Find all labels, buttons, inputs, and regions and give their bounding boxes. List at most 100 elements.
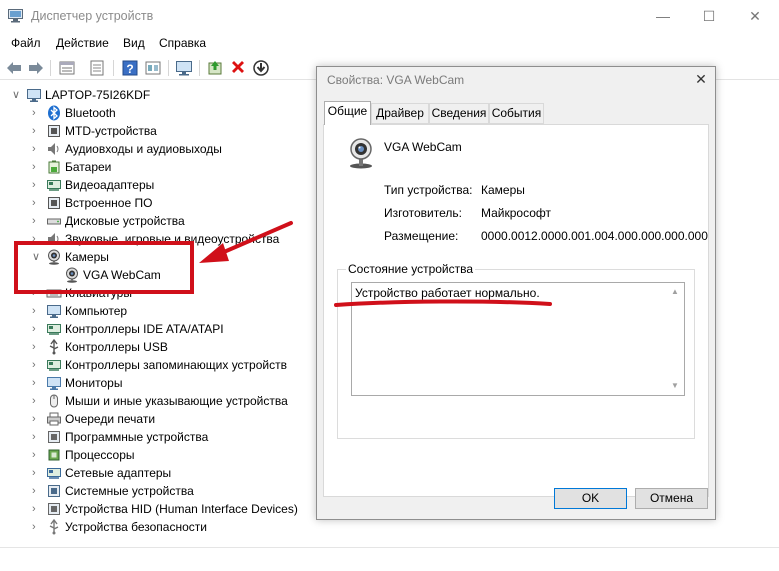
- chevron-right-icon[interactable]: ›: [32, 520, 42, 534]
- tree-item-label: Программные устройства: [65, 430, 209, 444]
- tree-item-ide-controller[interactable]: › Контроллеры IDE ATA/ATAPI: [0, 320, 300, 338]
- tree-item-speaker[interactable]: › Аудиовходы и аудиовыходы: [0, 140, 300, 158]
- list-icon[interactable]: [88, 59, 106, 77]
- horizontal-scrollbar[interactable]: [0, 547, 779, 571]
- webcam-icon: [350, 138, 372, 169]
- tab-driver[interactable]: Драйвер: [371, 103, 429, 124]
- menu-bar: Файл Действие Вид Справка: [0, 32, 779, 54]
- menu-action[interactable]: Действие: [56, 36, 109, 50]
- chevron-right-icon[interactable]: ›: [32, 394, 42, 408]
- tree-item-display-adapter[interactable]: › Видеоадаптеры: [0, 176, 300, 194]
- tree-item-battery[interactable]: › Батареи: [0, 158, 300, 176]
- dialog-close-button[interactable]: ✕: [689, 69, 713, 89]
- maximize-button[interactable]: ☐: [686, 0, 732, 32]
- cancel-button[interactable]: Отмена: [635, 488, 708, 509]
- menu-file[interactable]: Файл: [11, 36, 41, 50]
- title-bar: Диспетчер устройств — ☐ ✕: [0, 0, 779, 32]
- tree-item-printer[interactable]: › Очереди печати: [0, 410, 300, 428]
- manufacturer-value: Майкрософт: [481, 206, 552, 220]
- tree-item-system-device[interactable]: › Системные устройства: [0, 482, 300, 500]
- tree-item-security-device[interactable]: › Устройства безопасности: [0, 518, 300, 536]
- chevron-right-icon[interactable]: ›: [32, 322, 42, 336]
- chevron-right-icon[interactable]: ›: [32, 304, 42, 318]
- svg-text:?: ?: [126, 62, 133, 76]
- scroll-up-icon[interactable]: ▲: [671, 287, 679, 296]
- minimize-button[interactable]: —: [640, 0, 686, 32]
- back-icon[interactable]: [5, 59, 23, 77]
- tree-item-hid[interactable]: › Устройства HID (Human Interface Devices…: [0, 500, 300, 518]
- hid-icon: [48, 503, 60, 515]
- chevron-right-icon[interactable]: ›: [32, 124, 42, 138]
- tree-item-label: Контроллеры запоминающих устройств: [65, 358, 287, 372]
- tab-details[interactable]: Сведения: [429, 103, 489, 124]
- update-driver-icon[interactable]: [206, 59, 224, 77]
- tree-item-label: Батареи: [65, 160, 112, 174]
- tree-item-monitor[interactable]: › Мониторы: [0, 374, 300, 392]
- tree-item-computer[interactable]: › Компьютер: [0, 302, 300, 320]
- chevron-right-icon[interactable]: ›: [32, 358, 42, 372]
- tree-item-memory-device[interactable]: › MTD-устройства: [0, 122, 300, 140]
- properties-view-icon[interactable]: [58, 59, 76, 77]
- tree-item-mouse[interactable]: › Мыши и иные указывающие устройства: [0, 392, 300, 410]
- tree-item-label: Устройства безопасности: [65, 520, 207, 534]
- annotation-arrow: [199, 221, 293, 263]
- tree-item-label: Контроллеры USB: [65, 340, 168, 354]
- chevron-right-icon[interactable]: ›: [32, 196, 42, 210]
- tree-item-firmware[interactable]: › Встроенное ПО: [0, 194, 300, 212]
- tree-item-network-adapter[interactable]: › Сетевые адаптеры: [0, 464, 300, 482]
- monitor-icon[interactable]: [175, 59, 193, 77]
- tree-item-processor[interactable]: › Процессоры: [0, 446, 300, 464]
- download-icon[interactable]: [252, 59, 270, 77]
- network-adapter-icon: [47, 468, 61, 479]
- tree-item-storage-controller[interactable]: › Контроллеры запоминающих устройств: [0, 356, 300, 374]
- chevron-right-icon[interactable]: ›: [32, 340, 42, 354]
- chevron-right-icon[interactable]: ›: [32, 106, 42, 120]
- status-scrollbar[interactable]: ▲ ▼: [667, 283, 684, 395]
- software-device-icon: [48, 431, 60, 443]
- tree-item-label: Сетевые адаптеры: [65, 466, 172, 480]
- tree-item-label: LAPTOP-75I26KDF: [45, 88, 151, 102]
- menu-help[interactable]: Справка: [159, 36, 206, 50]
- properties-dialog: Свойства: VGA WebCam ✕ Общие Драйвер Све…: [316, 66, 716, 520]
- chevron-right-icon[interactable]: ›: [32, 142, 42, 156]
- chevron-right-icon[interactable]: ›: [32, 412, 42, 426]
- device-status-legend: Состояние устройства: [346, 262, 476, 276]
- tree-item-label: Аудиовходы и аудиовыходы: [65, 142, 222, 156]
- tab-events[interactable]: События: [489, 103, 544, 124]
- scroll-down-icon[interactable]: ▼: [671, 381, 679, 390]
- dialog-title: Свойства: VGA WebCam: [327, 73, 465, 87]
- computer-icon: [47, 305, 61, 318]
- chevron-right-icon[interactable]: ›: [32, 484, 42, 498]
- tree-root[interactable]: ∨ LAPTOP-75I26KDF: [0, 86, 300, 104]
- view-icon[interactable]: [144, 59, 162, 77]
- monitor-icon: [47, 377, 61, 390]
- tree-item-label: Устройства HID (Human Interface Devices): [65, 502, 298, 516]
- uninstall-icon[interactable]: [229, 59, 247, 77]
- computer-icon: [27, 89, 41, 102]
- chevron-right-icon[interactable]: ›: [32, 448, 42, 462]
- chevron-right-icon[interactable]: ›: [32, 214, 42, 228]
- tree-item-bluetooth[interactable]: › Bluetooth: [0, 104, 300, 122]
- chevron-right-icon[interactable]: ›: [32, 376, 42, 390]
- help-icon[interactable]: ?: [121, 59, 139, 77]
- menu-view[interactable]: Вид: [123, 36, 145, 50]
- chevron-right-icon[interactable]: ›: [32, 178, 42, 192]
- chevron-right-icon[interactable]: ›: [32, 502, 42, 516]
- battery-icon: [48, 160, 60, 174]
- processor-icon: [48, 449, 60, 461]
- ok-button[interactable]: OK: [554, 488, 627, 509]
- tab-general[interactable]: Общие: [324, 101, 371, 125]
- tree-item-software-device[interactable]: › Программные устройства: [0, 428, 300, 446]
- close-button[interactable]: ✕: [732, 0, 778, 32]
- forward-icon[interactable]: [27, 59, 45, 77]
- chevron-down-icon[interactable]: ∨: [12, 88, 22, 102]
- chevron-right-icon[interactable]: ›: [32, 160, 42, 174]
- chevron-right-icon[interactable]: ›: [32, 430, 42, 444]
- tree-item-label: Видеоадаптеры: [65, 178, 155, 192]
- chevron-right-icon[interactable]: ›: [32, 466, 42, 480]
- tree-item-label: Встроенное ПО: [65, 196, 153, 210]
- annotation-highlight-box: [14, 241, 194, 294]
- tree-item-usb[interactable]: › Контроллеры USB: [0, 338, 300, 356]
- security-device-icon: [49, 519, 59, 535]
- device-type-value: Камеры: [481, 183, 525, 197]
